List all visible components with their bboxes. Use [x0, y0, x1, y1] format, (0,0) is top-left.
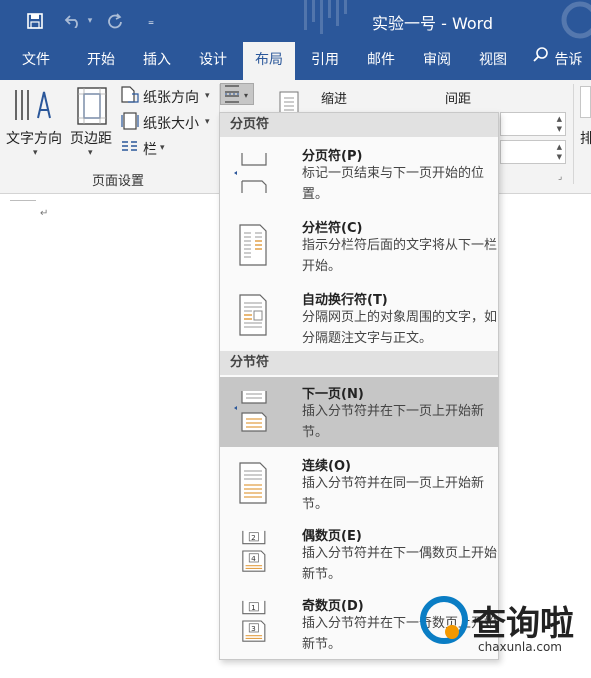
- text-direction-icon[interactable]: [12, 86, 54, 126]
- spacing-label: 间距: [445, 92, 472, 107]
- size-dropdown-icon[interactable]: ▾: [205, 117, 210, 127]
- menu-item-description: 插入分节符并在下一页上开始新节。: [302, 404, 485, 440]
- watermark-url: chaxunla.com: [478, 640, 562, 654]
- menu-item-title: 连续(O): [302, 459, 351, 474]
- menu-item-description: 插入分节符并在下一偶数页上开始新节。: [302, 546, 498, 582]
- tell-me-box[interactable]: 告诉: [532, 42, 591, 80]
- ribbon-tabs: 文件 开始 插入 设计 布局 引用 邮件 审阅 视图 告诉: [0, 42, 591, 80]
- word-window: ▾ ₌ 实验一号 - Word 文件 开始 插入 设计 布局 引用 邮件 审阅 …: [0, 0, 591, 678]
- window-title: 实验一号 - Word: [372, 14, 494, 33]
- menu-item-even-page[interactable]: 2 4 偶数页(E) 插入分节符并在下一偶数页上开始新节。: [220, 519, 498, 589]
- menu-item-title: 分页符(P): [302, 149, 363, 164]
- column-break-icon: [239, 224, 267, 266]
- text-direction-button[interactable]: 文字方向: [6, 128, 62, 148]
- next-page-icon: [234, 391, 267, 432]
- tab-references[interactable]: 引用: [300, 42, 350, 80]
- text-direction-dropdown-icon[interactable]: ▾: [33, 148, 38, 158]
- tab-file[interactable]: 文件: [10, 42, 62, 80]
- columns-button[interactable]: 栏: [143, 139, 157, 159]
- orientation-button[interactable]: 纸张方向: [143, 87, 199, 107]
- svg-text:4: 4: [251, 554, 256, 563]
- margin-marker: [10, 200, 36, 201]
- tab-mailings[interactable]: 邮件: [356, 42, 406, 80]
- menu-item-page-break[interactable]: 分页符(P) 标记一页结束与下一页开始的位置。: [220, 139, 498, 211]
- tab-view[interactable]: 视图: [468, 42, 518, 80]
- tab-design[interactable]: 设计: [188, 42, 238, 80]
- svg-text:▾: ▾: [244, 91, 248, 100]
- spacing-after-input[interactable]: ▲ ▼: [500, 140, 566, 164]
- tab-layout[interactable]: 布局: [243, 42, 295, 80]
- watermark-logo-icon: [420, 596, 468, 644]
- menu-item-description: 指示分栏符后面的文字将从下一栏开始。: [302, 238, 498, 274]
- tab-review[interactable]: 审阅: [412, 42, 462, 80]
- menu-item-title: 自动换行符(T): [302, 293, 388, 308]
- odd-page-icon: 1 3: [242, 600, 266, 642]
- spacing-before-input[interactable]: ▲ ▼: [500, 112, 566, 136]
- indent-label: 缩进: [321, 92, 348, 107]
- even-page-icon: 2 4: [242, 530, 266, 572]
- tab-home[interactable]: 开始: [76, 42, 126, 80]
- text-wrapping-break-icon: [239, 294, 267, 336]
- arrange-button[interactable]: [580, 86, 591, 118]
- margins-button[interactable]: 页边距: [70, 128, 112, 148]
- save-icon[interactable]: [22, 8, 48, 34]
- orientation-icon: [120, 86, 140, 104]
- search-icon: [532, 42, 550, 78]
- paragraph-mark: ↵: [40, 208, 49, 219]
- menu-item-description: 标记一页结束与下一页开始的位置。: [302, 166, 485, 202]
- margins-dropdown-icon[interactable]: ▾: [88, 148, 93, 158]
- size-icon: [120, 112, 140, 130]
- menu-item-title: 下一页(N): [302, 387, 364, 402]
- breaks-button[interactable]: ▾: [220, 83, 254, 105]
- menu-item-title: 分栏符(C): [302, 221, 363, 236]
- page-break-icon: [234, 153, 267, 193]
- continuous-icon: [239, 462, 267, 504]
- svg-text:1: 1: [251, 603, 256, 612]
- page-breaks-header: 分页符: [220, 113, 498, 137]
- menu-item-description: 分隔网页上的对象周围的文字，如分隔题注文字与正文。: [302, 310, 498, 346]
- columns-icon: [120, 138, 140, 156]
- section-breaks-header: 分节符: [220, 351, 498, 375]
- customize-qat-icon[interactable]: ₌: [138, 8, 164, 34]
- title-decoration: [304, 0, 347, 34]
- title-bar: ▾ ₌ 实验一号 - Word: [0, 0, 591, 42]
- group-divider: [573, 84, 574, 184]
- tell-me-label: 告诉: [554, 52, 583, 68]
- menu-item-continuous[interactable]: 连续(O) 插入分节符并在同一页上开始新节。: [220, 449, 498, 519]
- breaks-menu: 分页符 分页符(P) 标记一页结束与下一页开始的位置。 分栏符(C) 指示分栏符…: [219, 112, 499, 660]
- menu-item-title: 奇数页(D): [302, 599, 364, 614]
- menu-item-column-break[interactable]: 分栏符(C) 指示分栏符后面的文字将从下一栏开始。: [220, 211, 498, 283]
- redo-icon[interactable]: [102, 8, 128, 34]
- arrange-label[interactable]: 排: [580, 128, 591, 148]
- tab-insert[interactable]: 插入: [132, 42, 182, 80]
- columns-dropdown-icon[interactable]: ▾: [160, 143, 165, 153]
- size-button[interactable]: 纸张大小: [143, 113, 199, 133]
- margins-icon[interactable]: [76, 86, 108, 126]
- svg-text:3: 3: [251, 624, 256, 633]
- svg-text:2: 2: [251, 533, 256, 542]
- page-setup-group-label: 页面设置: [92, 174, 145, 189]
- paragraph-dialog-launcher-icon[interactable]: ⌟: [558, 172, 562, 182]
- menu-item-description: 插入分节符并在同一页上开始新节。: [302, 476, 485, 512]
- watermark-logo-dot: [445, 625, 459, 639]
- watermark-brand: 查询啦: [472, 604, 574, 644]
- menu-item-text-wrapping-break[interactable]: 自动换行符(T) 分隔网页上的对象周围的文字，如分隔题注文字与正文。: [220, 283, 498, 349]
- menu-item-title: 偶数页(E): [302, 529, 362, 544]
- undo-dropdown-icon[interactable]: ▾: [84, 8, 96, 34]
- menu-item-next-page[interactable]: 下一页(N) 插入分节符并在下一页上开始新节。: [220, 377, 498, 447]
- orientation-dropdown-icon[interactable]: ▾: [205, 91, 210, 101]
- undo-icon[interactable]: [60, 8, 86, 34]
- title-decoration-circle: [561, 1, 591, 39]
